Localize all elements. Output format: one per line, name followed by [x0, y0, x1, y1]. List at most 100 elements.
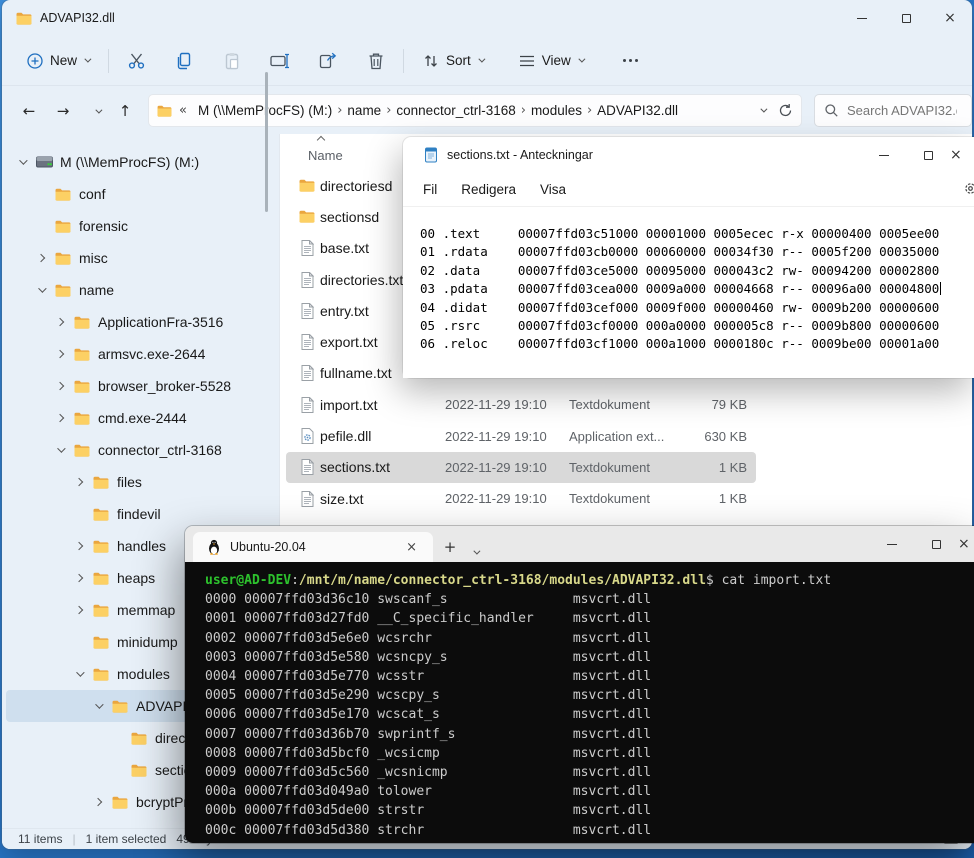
cut-button[interactable]	[119, 45, 153, 77]
sidebar-scrollbar[interactable]	[265, 72, 268, 212]
terminal-output[interactable]: user@AD-DEV:/mnt/m/name/connector_ctrl-3…	[185, 562, 974, 843]
paste-button[interactable]	[215, 45, 249, 77]
maximize-button[interactable]	[906, 137, 950, 173]
tree-item-browser-broker-5528[interactable]: browser_broker-5528	[6, 370, 275, 402]
rename-button[interactable]	[263, 45, 297, 77]
tree-item-forensic[interactable]: forensic	[6, 210, 275, 242]
terminal-window: Ubuntu-20.04 × + × user@AD-DEV:/mnt/m/na…	[185, 526, 974, 843]
chevron-down-icon[interactable]	[71, 671, 87, 677]
chevron-down-icon[interactable]	[52, 447, 68, 453]
chevron-right-icon[interactable]	[52, 351, 68, 357]
folder-icon	[74, 380, 92, 393]
explorer-titlebar[interactable]: ADVAPI32.dll ×	[2, 0, 972, 36]
chevron-right-icon[interactable]	[71, 479, 87, 485]
desktop: { "explorer": { "title": "ADVAPI32.dll",…	[0, 0, 974, 858]
menu-fil[interactable]: Fil	[413, 177, 447, 202]
share-button[interactable]	[311, 45, 345, 77]
chevron-right-icon[interactable]	[33, 255, 49, 261]
tree-item-files[interactable]: files	[6, 466, 275, 498]
maximize-button[interactable]	[914, 526, 958, 562]
close-tab-icon[interactable]: ×	[400, 540, 423, 555]
more-options-button[interactable]	[614, 45, 648, 77]
view-button[interactable]: View	[510, 46, 592, 75]
terminal-tab-label: Ubuntu-20.04	[230, 540, 306, 554]
tree-item-armsvc-exe-2644[interactable]: armsvc.exe-2644	[6, 338, 275, 370]
tree-item-misc[interactable]: misc	[6, 242, 275, 274]
breadcrumb-separator: ›	[385, 103, 392, 118]
chevron-down-icon[interactable]	[14, 159, 30, 165]
folder-icon	[131, 764, 149, 777]
chevron-down-icon[interactable]	[33, 287, 49, 293]
explorer-tab[interactable]: ADVAPI32.dll	[2, 0, 129, 36]
close-button[interactable]: ×	[950, 137, 974, 173]
breadcrumb-item-connector-ctrl-3168[interactable]: connector_ctrl-3168	[392, 101, 519, 120]
chevron-right-icon[interactable]	[52, 319, 68, 325]
folder-icon	[55, 252, 73, 265]
tree-item-connector-ctrl-3168[interactable]: connector_ctrl-3168	[6, 434, 275, 466]
address-dropdown-icon[interactable]	[760, 106, 767, 113]
chevron-down-icon[interactable]	[90, 703, 106, 709]
menu-visa[interactable]: Visa	[530, 177, 576, 202]
file-row-import-txt[interactable]: import.txt2022-11-29 19:10Textdokument79…	[286, 389, 756, 420]
breadcrumb-item-advapi32-dll[interactable]: ADVAPI32.dll	[593, 101, 682, 120]
import-row: 000b 00007ffd03d5de00 strstrmsvcrt.dll	[205, 801, 974, 820]
chevron-right-icon[interactable]	[71, 575, 87, 581]
breadcrumb-item-name[interactable]: name	[343, 101, 385, 120]
tree-item-applicationfra-3516[interactable]: ApplicationFra-3516	[6, 306, 275, 338]
chevron-right-icon[interactable]	[71, 607, 87, 613]
menu-redigera[interactable]: Redigera	[451, 177, 526, 202]
chevron-down-icon	[478, 56, 485, 63]
forward-button[interactable]: →	[50, 98, 76, 124]
breadcrumb-separator: ›	[586, 103, 593, 118]
minimize-button[interactable]	[870, 526, 914, 562]
tree-item-cmd-exe-2444[interactable]: cmd.exe-2444	[6, 402, 275, 434]
search-input[interactable]	[847, 103, 957, 118]
column-header-name[interactable]: Name	[308, 148, 343, 163]
trash-icon	[368, 52, 384, 70]
new-tab-button[interactable]: +	[437, 534, 463, 560]
search-box[interactable]	[814, 94, 972, 127]
up-button[interactable]: ↑	[112, 98, 138, 124]
chevron-right-icon[interactable]	[90, 799, 106, 805]
chevron-down-icon	[578, 56, 585, 63]
breadcrumb-overflow[interactable]: «	[179, 103, 187, 118]
tab-dropdown-button[interactable]	[473, 542, 478, 560]
chevron-right-icon[interactable]	[52, 415, 68, 421]
chevron-right-icon[interactable]	[52, 383, 68, 389]
folder-icon	[74, 316, 92, 329]
recent-locations-button[interactable]	[84, 98, 110, 124]
minimize-button[interactable]	[862, 137, 906, 173]
file-row-size-txt[interactable]: size.txt2022-11-29 19:10Textdokument1 KB	[286, 483, 756, 514]
import-row: 0007 00007ffd03d36b70 swprintf_smsvcrt.d…	[205, 725, 974, 744]
tree-item-name[interactable]: name	[6, 274, 275, 306]
new-button[interactable]: New	[18, 46, 98, 76]
tree-item-m-memprocfs-m-[interactable]: M (\\MemProcFS) (M:)	[6, 146, 275, 178]
terminal-tab[interactable]: Ubuntu-20.04 ×	[193, 532, 433, 562]
scissors-icon	[127, 51, 146, 70]
notepad-titlebar[interactable]: sections.txt - Anteckningar ×	[403, 137, 974, 173]
close-button[interactable]: ×	[958, 526, 974, 562]
view-lines-icon	[519, 54, 535, 68]
tree-item-conf[interactable]: conf	[6, 178, 275, 210]
notepad-line: 03 .pdata 00007ffd03cea000 0009a000 0000…	[420, 280, 974, 298]
chevron-right-icon[interactable]	[71, 543, 87, 549]
refresh-icon[interactable]	[778, 103, 793, 118]
file-row-pefile-dll[interactable]: pefile.dll2022-11-29 19:10Application ex…	[286, 420, 756, 451]
delete-button[interactable]	[359, 45, 393, 77]
maximize-button[interactable]	[884, 0, 928, 36]
dll-icon	[294, 428, 320, 444]
terminal-tabbar[interactable]: Ubuntu-20.04 × + ×	[185, 526, 974, 562]
back-button[interactable]: ←	[16, 98, 42, 124]
breadcrumb-item-modules[interactable]: modules	[527, 101, 586, 120]
copy-button[interactable]	[167, 45, 201, 77]
notepad-text-area[interactable]: 00 .text 00007ffd03c51000 00001000 0005e…	[403, 206, 974, 378]
minimize-button[interactable]	[840, 0, 884, 36]
import-row: 0008 00007ffd03d5bcf0 _wcsicmpmsvcrt.dll	[205, 744, 974, 763]
tux-penguin-icon	[207, 539, 221, 555]
file-row-sections-txt[interactable]: sections.txt2022-11-29 19:10Textdokument…	[286, 452, 756, 483]
folder-icon	[93, 668, 111, 681]
address-bar[interactable]: « M (\\MemProcFS) (M:)›name›connector_ct…	[148, 94, 802, 127]
sort-button[interactable]: Sort	[414, 46, 492, 76]
gear-icon[interactable]	[963, 181, 974, 196]
close-button[interactable]: ×	[928, 0, 972, 36]
